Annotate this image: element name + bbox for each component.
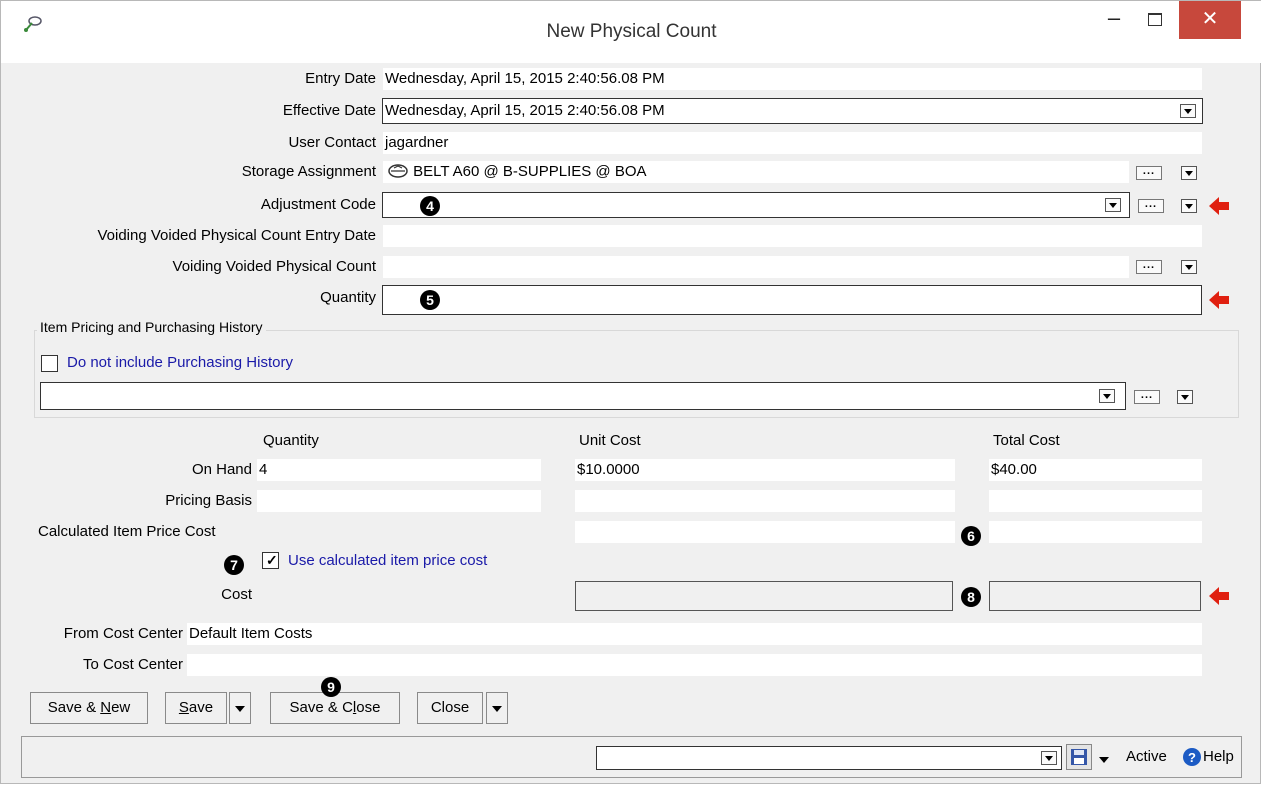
checkmark-icon: ✓ <box>266 552 278 568</box>
save-close-label-end: ose <box>356 699 381 716</box>
required-arrow-icon <box>1209 291 1229 309</box>
from-cost-center-label: From Cost Center <box>63 625 183 642</box>
adjustment-code-menu-icon[interactable] <box>1181 199 1197 213</box>
quantity-label: Quantity <box>320 289 376 306</box>
save-new-label-end: ew <box>111 699 131 716</box>
pricing-history-dropdown-icon[interactable] <box>1099 389 1115 403</box>
maximize-button[interactable] <box>1134 1 1176 39</box>
floppy-disk-icon <box>1071 749 1087 765</box>
pricing-basis-total-cost <box>989 490 1202 512</box>
pricing-history-browse-button[interactable]: ... <box>1134 390 1160 404</box>
save-label-mnemonic: S <box>178 699 189 716</box>
adjustment-code-label: Adjustment Code <box>260 196 376 213</box>
entry-date-label: Entry Date <box>305 70 376 87</box>
cost-total-input[interactable] <box>989 581 1201 611</box>
on-hand-quantity: 4 <box>257 459 541 481</box>
use-calculated-cost-label[interactable]: Use calculated item price cost <box>288 550 487 572</box>
effective-date-select[interactable]: Wednesday, April 15, 2015 2:40:56.08 PM <box>382 98 1203 124</box>
voiding-entry-date-value <box>383 225 1202 247</box>
adjustment-code-dropdown-icon[interactable] <box>1105 198 1121 212</box>
status-dropdown-icon[interactable] <box>1041 751 1057 765</box>
help-link[interactable]: Help <box>1203 746 1234 768</box>
storage-assignment-browse-button[interactable]: ... <box>1136 166 1162 180</box>
annotation-badge-9: 9 <box>321 677 341 697</box>
save-layout-button[interactable] <box>1066 744 1092 770</box>
pricing-basis-label: Pricing Basis <box>165 492 252 509</box>
save-close-button[interactable]: Save & Close <box>270 692 400 724</box>
storage-location-icon <box>388 164 408 178</box>
on-hand-unit-cost: $10.0000 <box>575 459 955 481</box>
to-cost-center-label: To Cost Center <box>82 656 183 673</box>
annotation-badge-5: 5 <box>420 290 440 310</box>
voiding-count-label: Voiding Voided Physical Count <box>172 258 376 275</box>
voiding-entry-date-label: Voiding Voided Physical Count Entry Date <box>97 227 376 244</box>
layout-options-dropdown[interactable] <box>1094 744 1116 770</box>
close-button[interactable]: Close <box>417 692 483 724</box>
required-arrow-icon <box>1209 197 1229 215</box>
total-cost-column-header: Total Cost <box>993 432 1060 449</box>
calculated-cost-label: Calculated Item Price Cost <box>38 523 216 540</box>
window-title: New Physical Count <box>546 21 717 42</box>
close-options-dropdown[interactable] <box>486 692 508 724</box>
exclude-history-checkbox[interactable] <box>41 355 58 372</box>
save-options-dropdown[interactable] <box>229 692 251 724</box>
required-arrow-icon <box>1209 587 1229 605</box>
user-contact-label: User Contact <box>288 134 376 151</box>
voiding-count-browse-button[interactable]: ... <box>1136 260 1162 274</box>
maximize-icon <box>1148 13 1162 26</box>
storage-assignment-value: BELT A60 @ B-SUPPLIES @ BOA <box>413 163 647 180</box>
annotation-badge-4: 4 <box>420 196 440 216</box>
use-calculated-cost-checkbox[interactable]: ✓ <box>262 552 279 569</box>
on-hand-label: On Hand <box>191 461 252 478</box>
quantity-input[interactable] <box>382 285 1202 315</box>
annotation-badge-7: 7 <box>224 555 244 575</box>
pricing-history-menu-icon[interactable] <box>1177 390 1193 404</box>
status-select[interactable] <box>596 746 1062 770</box>
cost-label: Cost <box>221 586 252 603</box>
physical-count-window: New Physical Count – ✕ Entry Date Wednes… <box>0 0 1262 784</box>
entry-date-value: Wednesday, April 15, 2015 2:40:56.08 PM <box>383 68 1202 90</box>
to-cost-center-value <box>187 654 1202 676</box>
adjustment-code-browse-button[interactable]: ... <box>1138 199 1164 213</box>
calculated-total-cost <box>989 521 1202 543</box>
exclude-history-label[interactable]: Do not include Purchasing History <box>67 352 293 374</box>
voiding-count-value[interactable] <box>383 256 1129 278</box>
adjustment-code-select[interactable] <box>382 192 1130 218</box>
calculated-unit-cost <box>575 521 955 543</box>
pricing-history-select[interactable] <box>40 382 1126 410</box>
annotation-badge-6: 6 <box>961 526 981 546</box>
close-window-button[interactable]: ✕ <box>1179 1 1241 39</box>
pricing-history-group-title: Item Pricing and Purchasing History <box>37 319 266 335</box>
help-icon[interactable]: ? <box>1182 747 1202 767</box>
svg-text:?: ? <box>1188 750 1196 765</box>
effective-date-label: Effective Date <box>282 102 376 119</box>
save-new-label-mnemonic: N <box>100 699 112 716</box>
voiding-count-dropdown-icon[interactable] <box>1181 260 1197 274</box>
save-button[interactable]: Save <box>165 692 227 724</box>
save-new-label-start: Save & <box>47 699 101 716</box>
status-bar: Active ? Help <box>21 736 1242 778</box>
storage-assignment-label: Storage Assignment <box>241 163 376 180</box>
pricing-basis-quantity <box>257 490 541 512</box>
storage-assignment-field[interactable]: BELT A60 @ B-SUPPLIES @ BOA <box>383 161 1129 183</box>
on-hand-total-cost: $40.00 <box>989 459 1202 481</box>
minimize-button[interactable]: – <box>1094 1 1134 39</box>
save-label-end: ave <box>188 699 214 716</box>
save-new-button[interactable]: Save & New <box>30 692 148 724</box>
effective-date-value: Wednesday, April 15, 2015 2:40:56.08 PM <box>385 102 665 119</box>
title-bar: New Physical Count – ✕ <box>1 1 1262 63</box>
user-contact-value: jagardner <box>383 132 1202 154</box>
unit-cost-column-header: Unit Cost <box>579 432 641 449</box>
from-cost-center-value: Default Item Costs <box>187 623 1202 645</box>
pricing-basis-unit-cost <box>575 490 955 512</box>
storage-assignment-dropdown-icon[interactable] <box>1181 166 1197 180</box>
status-active-text: Active <box>1126 748 1167 765</box>
annotation-badge-8: 8 <box>961 587 981 607</box>
quantity-column-header: Quantity <box>263 432 319 449</box>
cost-unit-input[interactable] <box>575 581 953 611</box>
effective-date-dropdown-icon[interactable] <box>1180 104 1196 118</box>
save-close-label-start: Save & C <box>289 699 353 716</box>
